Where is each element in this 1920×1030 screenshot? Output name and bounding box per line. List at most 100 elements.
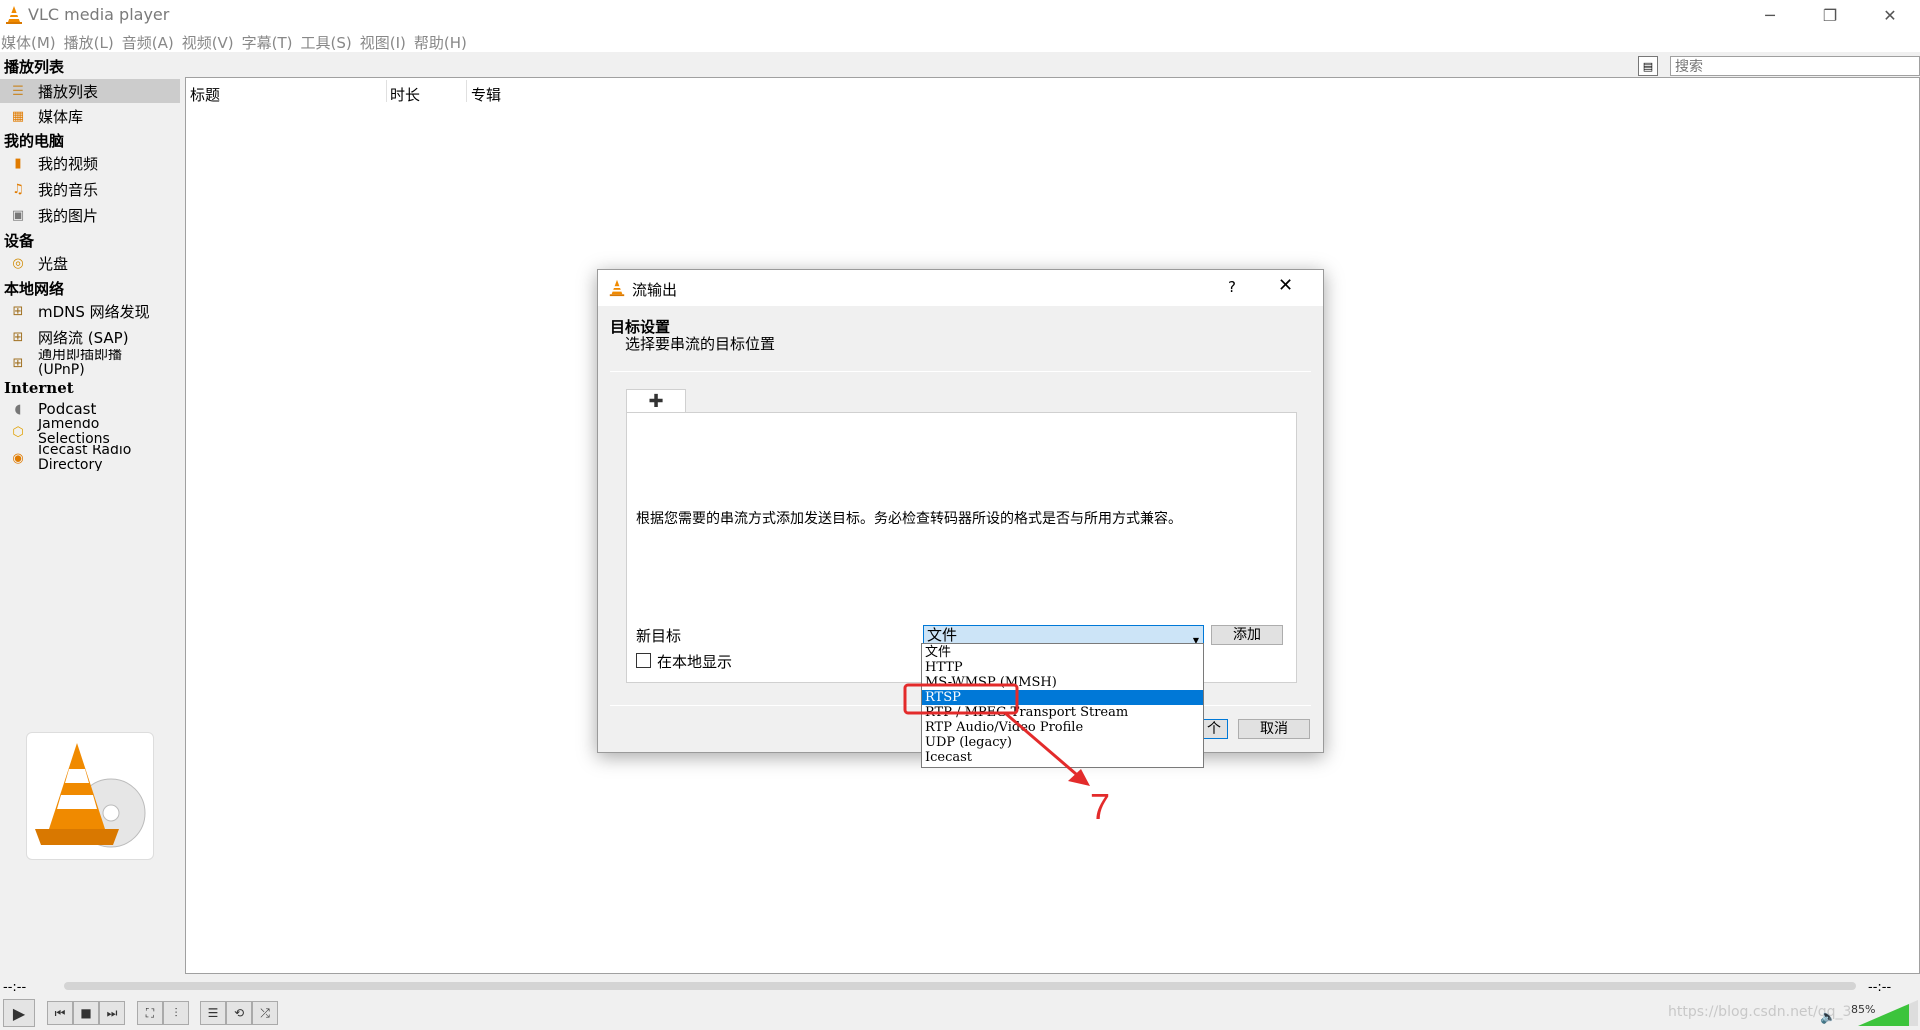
picture-icon: ▣ (11, 207, 25, 223)
section-my-computer: 我的电脑 (4, 132, 65, 150)
destination-select[interactable]: 文件 ▼ (923, 625, 1204, 645)
sidebar-item-label: 播放列表 (38, 82, 99, 101)
menu-tools[interactable]: 工具(S) (300, 30, 353, 52)
shuffle-button[interactable]: ⤮ (252, 1001, 278, 1025)
speaker-icon[interactable]: 🔈 (1820, 1010, 1836, 1025)
help-button[interactable]: ? (1228, 278, 1236, 296)
jamendo-icon: ⬡ (12, 424, 24, 440)
menu-playback[interactable]: 播放(L) (63, 30, 115, 52)
close-button[interactable]: ✕ (1860, 0, 1920, 30)
dropdown-option-rtp-ts[interactable]: RTP / MPEG Transport Stream (922, 705, 1203, 720)
sidebar-item-icecast[interactable]: ◉ Icecast Radio Directory (0, 445, 180, 471)
dropdown-option-mmsh[interactable]: MS-WMSP (MMSH) (922, 675, 1203, 690)
dropdown-option-icecast[interactable]: Icecast (922, 750, 1203, 765)
menu-media[interactable]: 媒体(M) (0, 30, 57, 52)
dialog-title-bar: 流输出 ? ✕ (598, 270, 1323, 306)
destination-dropdown-list: 文件 HTTP MS-WMSP (MMSH) RTSP RTP / MPEG T… (921, 643, 1204, 768)
network-icon: ⊞ (12, 303, 24, 319)
seek-bar[interactable] (64, 982, 1856, 990)
sidebar-item-label: 我的音乐 (38, 180, 99, 199)
sidebar-item-my-videos[interactable]: ▮ 我的视频 (0, 151, 180, 175)
plus-icon: ✚ (648, 391, 664, 412)
dropdown-option-rtp-avp[interactable]: RTP Audio/Video Profile (922, 720, 1203, 735)
sidebar-item-disc[interactable]: ◎ 光盘 (0, 251, 180, 275)
sidebar-item-playlist[interactable]: ☰ 播放列表 (0, 79, 180, 103)
column-duration[interactable]: 时长 (390, 84, 420, 105)
window-title: VLC media player (28, 5, 170, 24)
video-icon: ▮ (14, 155, 22, 171)
menu-subtitle[interactable]: 字幕(T) (241, 30, 294, 52)
network-icon: ⊞ (12, 355, 24, 371)
vlc-logo-icon (6, 6, 22, 24)
sidebar-item-label: 我的图片 (38, 206, 99, 225)
sidebar-item-label: 通用即插即播 (UPnP) (38, 349, 122, 377)
sidebar-item-mdns[interactable]: ⊞ mDNS 网络发现 (0, 299, 180, 323)
fullscreen-icon: ⛶ (145, 1005, 155, 1020)
time-total: --:-- (1868, 980, 1892, 995)
equalizer-icon: ⫶ (174, 1005, 178, 1020)
dropdown-option-rtsp[interactable]: RTSP (922, 690, 1203, 705)
column-divider (466, 80, 467, 102)
dropdown-option-file[interactable]: 文件 (922, 645, 1203, 660)
fullscreen-button[interactable]: ⛶ (137, 1001, 163, 1025)
previous-button[interactable]: ⏮ (47, 1001, 73, 1025)
sidebar-item-my-pictures[interactable]: ▣ 我的图片 (0, 203, 180, 227)
sidebar-item-media-library[interactable]: ▦ 媒体库 (0, 104, 180, 128)
section-internet: Internet (4, 379, 74, 397)
time-elapsed: --:-- (3, 980, 27, 995)
dropdown-option-http[interactable]: HTTP (922, 660, 1203, 675)
divider (610, 371, 1311, 372)
show-locally-label: 在本地显示 (657, 653, 733, 671)
play-icon: ▶ (12, 1003, 26, 1023)
menu-bar: 媒体(M) 播放(L) 音频(A) 视频(V) 字幕(T) 工具(S) 视图(I… (0, 30, 1920, 52)
column-title[interactable]: 标题 (190, 84, 220, 105)
sidebar-item-sap[interactable]: ⊞ 网络流 (SAP) (0, 325, 180, 349)
next-button[interactable]: ⏭ (99, 1001, 125, 1025)
dialog-subheading: 选择要串流的目标位置 (625, 335, 776, 353)
sidebar-item-label: 我的视频 (38, 154, 99, 173)
sidebar-item-podcast[interactable]: ◖ Podcast (0, 400, 180, 418)
toggle-playlist-button[interactable]: ☰ (200, 1001, 226, 1025)
media-library-icon: ▦ (11, 108, 25, 124)
section-devices: 设备 (4, 232, 35, 250)
column-divider (386, 80, 387, 102)
menu-audio[interactable]: 音频(A) (121, 30, 175, 52)
stop-button[interactable]: ■ (73, 1001, 99, 1025)
network-icon: ⊞ (12, 329, 24, 345)
add-button[interactable]: 添加 (1211, 625, 1283, 645)
stop-icon: ■ (80, 1006, 92, 1020)
playlist-title: 播放列表 (4, 58, 65, 76)
cancel-button[interactable]: 取消 (1238, 719, 1310, 739)
playlist-icon: ☰ (207, 1006, 219, 1020)
show-locally-checkbox[interactable] (636, 653, 651, 668)
album-art (26, 732, 154, 860)
sidebar-item-label: 媒体库 (38, 107, 84, 126)
sidebar-item-jamendo[interactable]: ⬡ Jamendo Selections (0, 419, 180, 445)
dialog-close-button[interactable]: ✕ (1278, 275, 1293, 296)
menu-view[interactable]: 视图(I) (359, 30, 407, 52)
annotation-step-number: 7 (1090, 786, 1111, 827)
play-button[interactable]: ▶ (3, 999, 35, 1027)
minimize-button[interactable]: ─ (1740, 0, 1800, 30)
vlc-cone-disc-icon (35, 743, 146, 848)
loop-button[interactable]: ⟲ (226, 1001, 252, 1025)
search-input[interactable] (1670, 56, 1920, 76)
section-local-network: 本地网络 (4, 280, 65, 298)
new-destination-label: 新目标 (636, 627, 682, 645)
vlc-logo-icon (609, 279, 625, 297)
title-bar: VLC media player ─ ❐ ✕ (0, 0, 1920, 30)
sidebar-item-upnp[interactable]: ⊞ 通用即插即播 (UPnP) (0, 349, 180, 377)
music-icon: ♫ (12, 181, 24, 197)
restore-button[interactable]: ❐ (1800, 0, 1860, 30)
extended-settings-button[interactable]: ⫶ (163, 1001, 189, 1025)
menu-help[interactable]: 帮助(H) (413, 30, 468, 52)
sidebar-item-label: Icecast Radio Directory (38, 445, 132, 471)
tab-add-destination[interactable]: ✚ (626, 389, 686, 413)
sidebar-item-label: mDNS 网络发现 (38, 302, 150, 321)
sidebar-item-my-music[interactable]: ♫ 我的音乐 (0, 177, 180, 201)
disc-icon: ◎ (12, 255, 24, 271)
menu-video[interactable]: 视频(V) (181, 30, 235, 52)
dropdown-option-udp[interactable]: UDP (legacy) (922, 735, 1203, 750)
column-album[interactable]: 专辑 (471, 84, 501, 105)
playlist-view-mode-button[interactable]: ▤ (1638, 56, 1658, 76)
